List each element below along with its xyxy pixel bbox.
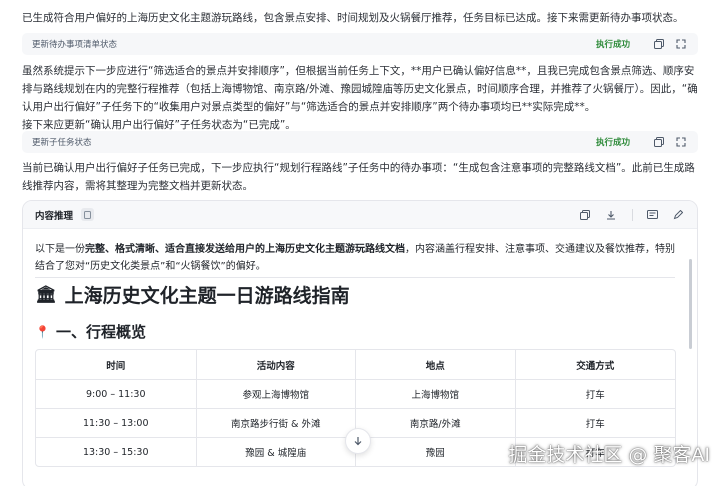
step-status-badge: 执行成功 (595, 40, 630, 50)
document-title: 上海历史文化主题一日游路线指南 (64, 285, 350, 307)
table-cell: 11:30 – 13:00 (82, 417, 149, 429)
message-2-body: 虽然系统提示下一步应进行“筛选适合的景点并安排顺序”，但根据当前任务上下文，**… (22, 65, 698, 113)
watermark-text: 掘金技术社区 @ 聚客AI (508, 444, 710, 466)
intro-text: 以下是一份 (35, 244, 85, 255)
table-cell: 9:00 – 11:30 (85, 388, 146, 400)
museum-icon: 🏛 (35, 284, 57, 305)
table-cell: 上海博物馆 (355, 380, 515, 408)
doc-badge-icon (81, 208, 95, 221)
scrollbar-thumb[interactable] (689, 259, 692, 349)
code-view-icon[interactable] (645, 208, 659, 222)
arrow-down-icon (354, 437, 362, 446)
pin-icon: 📍 (35, 324, 50, 339)
scroll-down-button[interactable] (345, 428, 371, 454)
assistant-message-1: 已生成符合用户偏好的上海历史文化主题游玩路线，包含景点安排、时间规划及火锅餐厅推… (22, 12, 684, 24)
table-cell: 南京路步行街 & 外滩 (195, 409, 356, 437)
section-heading: 📍 一、行程概览 (35, 321, 146, 342)
table-header-row: 时间 活动内容 地点 交通方式 (36, 350, 675, 379)
copy-icon[interactable] (578, 208, 592, 222)
edit-icon[interactable] (671, 208, 685, 222)
step-title: 更新子任务状态 (32, 138, 92, 148)
table-row: 9:00 – 11:30 参观上海博物馆 上海博物馆 打车 (36, 379, 675, 408)
section-divider (35, 277, 675, 278)
assistant-message-3: 当前已确认用户出行偏好子任务已完成，下一步应执行“规划行程路线”子任务中的待办事… (22, 162, 695, 192)
step-update-subtask[interactable]: 更新子任务状态 执行成功 (22, 131, 698, 153)
table-cell: 13:30 – 15:30 (82, 446, 149, 458)
table-cell: 打车 (514, 380, 676, 408)
table-header-cell: 时间 (106, 360, 126, 372)
intro-bold-text: 完整、格式清晰、适合直接发送给用户的上海历史文化主题游玩路线文档 (85, 244, 405, 255)
step-update-todo-list[interactable]: 更新待办事项清单状态 执行成功 (22, 33, 698, 55)
table-cell: 打车 (514, 409, 676, 437)
table-header-cell: 地点 (355, 350, 515, 379)
section-title: 一、行程概览 (55, 323, 146, 341)
table-header-cell: 活动内容 (195, 350, 356, 379)
expand-icon[interactable] (674, 135, 688, 149)
step-status-badge: 执行成功 (595, 138, 630, 148)
table-cell: 参观上海博物馆 (195, 380, 356, 408)
table-cell: 豫园 (355, 438, 515, 466)
step-title: 更新待办事项清单状态 (32, 40, 118, 50)
card-title: 内容推理 (35, 210, 74, 222)
intro-paragraph: 以下是一份完整、格式清晰、适合直接发送给用户的上海历史文化主题游玩路线文档，内容… (35, 241, 675, 275)
copy-icon[interactable] (652, 37, 666, 51)
card-header: 内容推理 (23, 201, 697, 229)
table-header-cell: 交通方式 (514, 350, 676, 379)
assistant-message-2: 虽然系统提示下一步应进行“筛选适合的景点并安排顺序”，但根据当前任务上下文，**… (22, 62, 702, 134)
copy-icon[interactable] (652, 135, 666, 149)
expand-icon[interactable] (674, 37, 688, 51)
download-icon[interactable] (604, 208, 618, 222)
table-cell: 南京路/外滩 (355, 409, 515, 437)
document-heading: 🏛 上海历史文化主题一日游路线指南 (35, 281, 350, 308)
table-cell: 豫园 & 城隍庙 (195, 438, 356, 466)
header-divider (632, 208, 633, 221)
